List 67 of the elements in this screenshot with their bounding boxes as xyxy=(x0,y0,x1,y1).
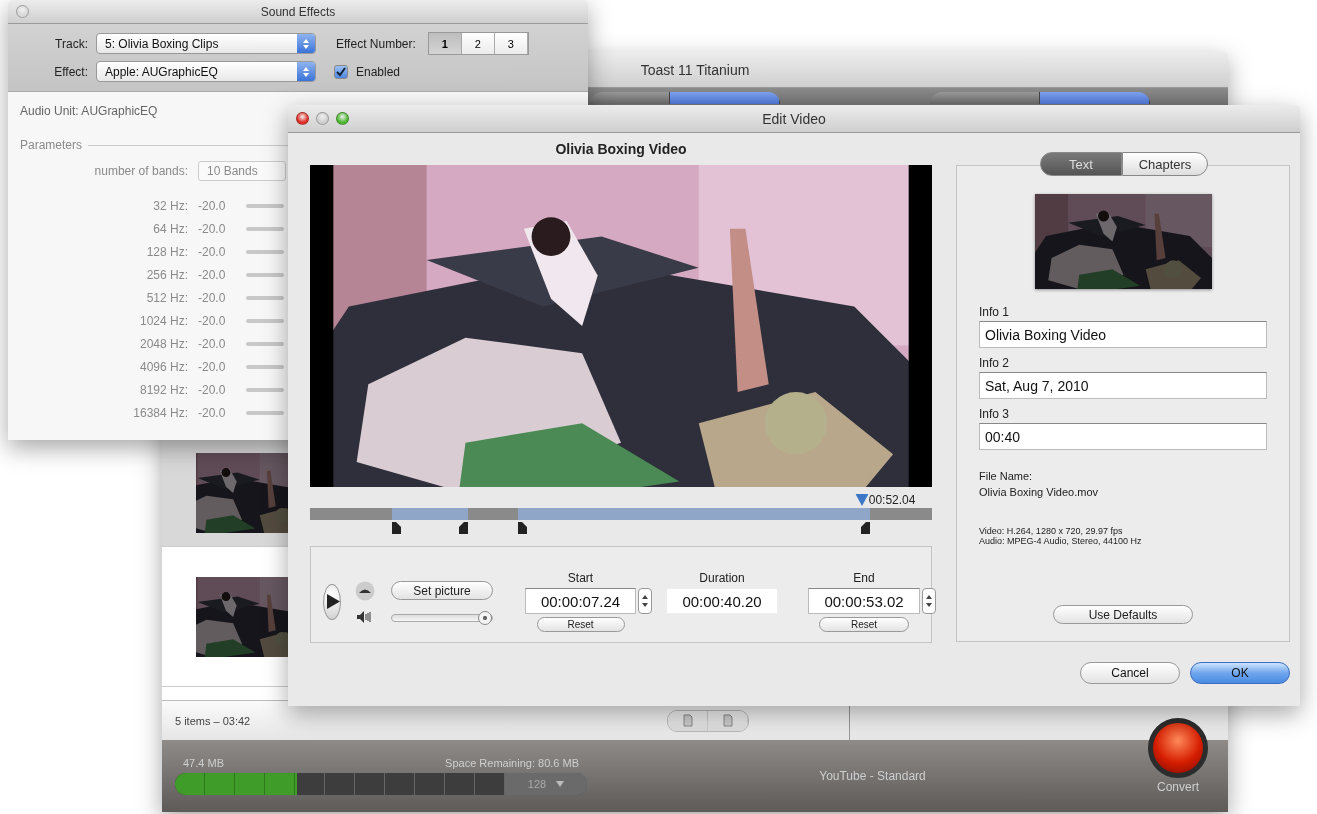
used-size: 47.4 MB xyxy=(183,757,224,769)
bands-label: number of bands: xyxy=(93,164,188,178)
band-frequency: 512 Hz: xyxy=(145,290,188,305)
start-label: Start xyxy=(567,571,594,585)
band-frequency: 64 Hz: xyxy=(152,221,188,236)
band-frequency: 2048 Hz: xyxy=(138,336,188,351)
media-info: Video: H.264, 1280 x 720, 29.97 fps xyxy=(979,526,1124,536)
space-remaining: Space Remaining: 80.6 MB xyxy=(445,757,579,769)
use-defaults-button[interactable]: Use Defaults xyxy=(1053,605,1193,624)
info-field[interactable]: Sat, Aug 7, 2010 xyxy=(979,372,1267,399)
band-frequency: 256 Hz: xyxy=(145,267,188,282)
band-gain: -20.0 xyxy=(198,267,227,282)
video-title: Olivia Boxing Video xyxy=(555,141,687,157)
band-gain: -20.0 xyxy=(198,290,227,305)
media-info: Audio: MPEG-4 Audio, Stereo, 44100 Hz xyxy=(979,536,1143,546)
band-gain: -20.0 xyxy=(198,359,227,374)
end-time-field[interactable]: 00:00:53.02 xyxy=(808,588,920,614)
band-gain: -20.0 xyxy=(198,382,227,397)
window-title: Edit Video xyxy=(762,110,826,127)
band-gain: -20.0 xyxy=(198,198,227,213)
band-gain: -20.0 xyxy=(198,244,227,259)
band-frequency: 4096 Hz: xyxy=(138,359,188,374)
start-time-field[interactable]: 00:00:07.24 xyxy=(525,588,636,614)
output-format: YouTube - Standard xyxy=(819,769,926,783)
effect-number-tab[interactable]: 1 xyxy=(428,33,462,54)
file-name-label: File Name: xyxy=(979,470,1034,482)
duration-field: 00:00:40.20 xyxy=(666,588,778,614)
duration-label: Duration xyxy=(699,571,745,585)
reset-button[interactable]: Reset xyxy=(536,617,625,632)
effect-popup[interactable]: Apple: AUGraphicEQ xyxy=(96,61,316,82)
band-gain: -20.0 xyxy=(198,221,227,236)
info-field[interactable]: Olivia Boxing Video xyxy=(979,321,1267,348)
cancel-button[interactable]: Cancel xyxy=(1080,662,1180,684)
playhead-track[interactable]: 00:52.04 xyxy=(310,487,932,508)
info-label: Info 1 xyxy=(979,305,1011,319)
info-label: Info 2 xyxy=(979,356,1011,370)
window-title: Toast 11 Titanium xyxy=(640,61,750,78)
parameters-heading: Parameters xyxy=(20,138,83,152)
reset-button[interactable]: Reset xyxy=(819,617,909,632)
file-name: Olivia Boxing Video.mov xyxy=(979,486,1100,498)
band-gain: -20.0 xyxy=(198,405,227,420)
panel-tab[interactable]: Chapters xyxy=(1122,152,1208,176)
band-frequency: 16384 Hz: xyxy=(132,405,188,420)
panel-tab[interactable]: Text xyxy=(1040,152,1122,176)
ok-button[interactable]: OK xyxy=(1190,662,1290,684)
band-gain: -20.0 xyxy=(198,313,227,328)
band-gain: -20.0 xyxy=(198,336,227,351)
playhead-time: 00:52.04 xyxy=(868,493,916,507)
item-summary: 5 items – 03:42 xyxy=(175,714,251,727)
end-label: End xyxy=(853,571,875,585)
band-frequency: 1024 Hz: xyxy=(138,313,188,328)
info-field[interactable]: 00:40 xyxy=(979,423,1267,450)
effect-number-tab[interactable]: 2 xyxy=(461,33,495,54)
effect-number-tab[interactable]: 3 xyxy=(494,33,528,54)
band-frequency: 32 Hz: xyxy=(152,198,188,213)
set-picture-button[interactable]: Set picture xyxy=(391,581,493,600)
track-label: Track: xyxy=(54,36,88,51)
convert-label: Convert xyxy=(1157,780,1199,794)
band-frequency: 128 Hz: xyxy=(145,244,188,259)
effect-number-label: Effect Number: xyxy=(336,36,416,51)
enabled-label: Enabled xyxy=(356,64,401,79)
audio-unit-name: Audio Unit: AUGraphicEQ xyxy=(20,104,159,118)
effect-label: Effect: xyxy=(53,64,88,79)
window-title: Sound Effects xyxy=(260,4,336,19)
band-frequency: 8192 Hz: xyxy=(138,382,188,397)
info-label: Info 3 xyxy=(979,407,1011,421)
track-popup[interactable]: 5: Olivia Boxing Clips xyxy=(96,33,316,54)
